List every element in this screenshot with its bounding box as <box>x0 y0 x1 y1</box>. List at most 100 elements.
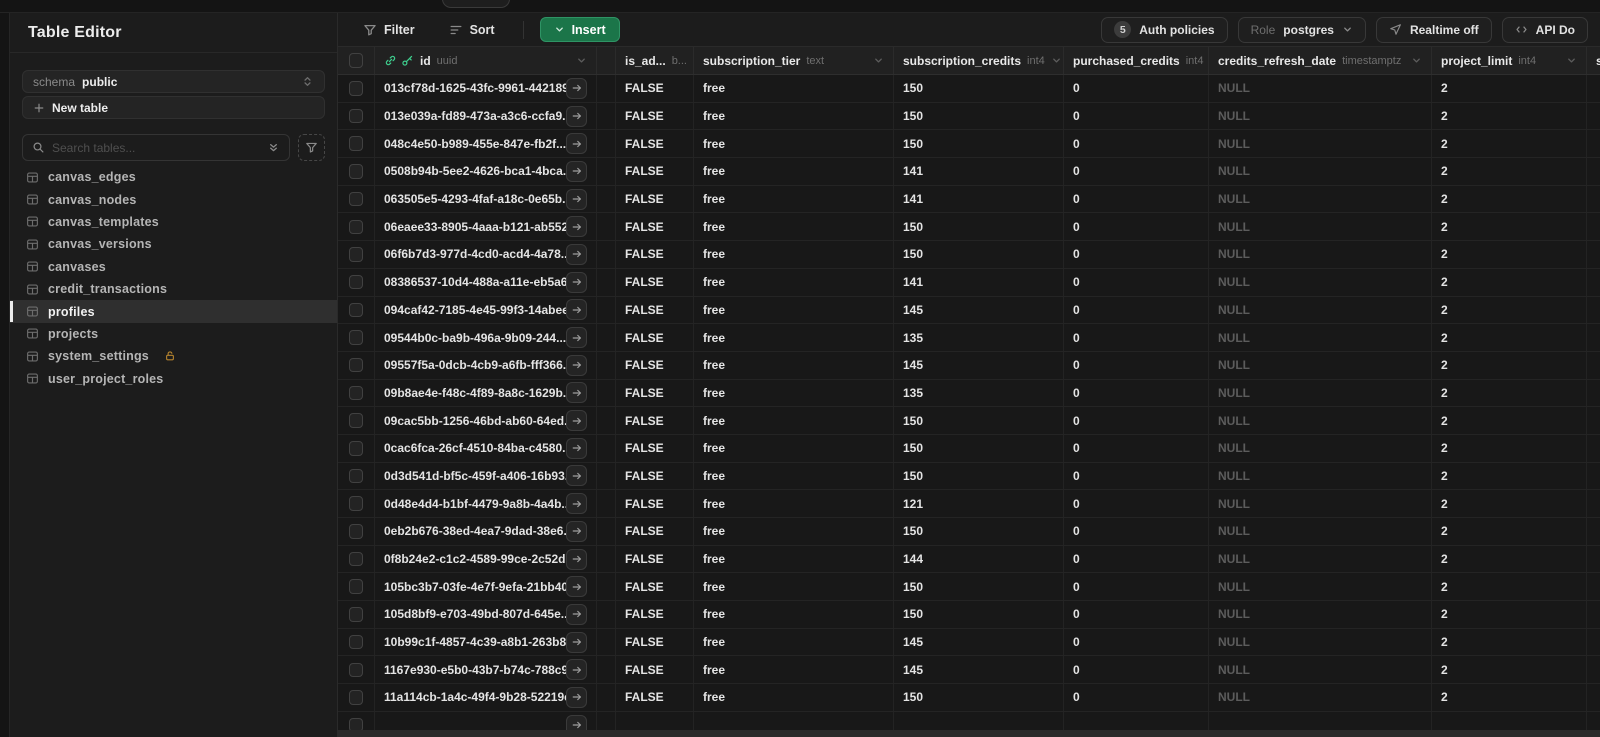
grid-header-cell-last[interactable]: su <box>1587 47 1600 74</box>
grid-cell-credits_refresh_date[interactable]: NULL <box>1209 684 1432 711</box>
grid-cell-id[interactable]: 048c4e50-b989-455e-847e-fb2f... <box>375 130 597 158</box>
grid-cell-sliver[interactable]: 0 <box>597 351 616 379</box>
grid-cell-subscription_tier[interactable]: free <box>694 601 894 628</box>
grid-cell-subscription_tier[interactable]: free <box>694 268 894 296</box>
expand-row-button[interactable] <box>566 631 587 653</box>
grid-cell-purchased_credits[interactable]: 0 <box>1064 213 1209 241</box>
grid-cell-purchased_credits[interactable]: 0 <box>1064 518 1209 545</box>
grid-cell-project_limit[interactable]: 2 <box>1432 601 1587 628</box>
grid-cell-subscription_credits[interactable]: 150 <box>894 213 1064 241</box>
expand-row-button[interactable] <box>566 410 587 432</box>
grid-cell-subscription_tier[interactable]: free <box>694 351 894 379</box>
grid-cell-purchased_credits[interactable]: 0 <box>1064 102 1209 130</box>
grid-cell-project_limit[interactable]: 2 <box>1432 656 1587 684</box>
grid-cell-sliver[interactable]: 0 <box>597 75 616 102</box>
row-checkbox[interactable] <box>348 690 364 705</box>
grid-cell-last[interactable]: NULL <box>1587 435 1600 462</box>
column-menu-chevron-icon[interactable] <box>1566 55 1577 66</box>
grid-cell-purchased_credits[interactable]: 0 <box>1064 601 1209 628</box>
column-menu-chevron-icon[interactable] <box>1411 55 1422 66</box>
grid-cell-credits_refresh_date[interactable]: NULL <box>1209 75 1432 102</box>
grid-cell-subscription_tier[interactable]: free <box>694 158 894 185</box>
grid-cell-sliver[interactable]: 0 <box>597 213 616 241</box>
grid-cell-subscription_credits[interactable]: 150 <box>894 462 1064 490</box>
expand-row-button[interactable] <box>566 548 587 570</box>
row-checkbox[interactable] <box>348 302 364 318</box>
expand-row-button[interactable] <box>566 382 587 404</box>
role-select-button[interactable]: Role postgres <box>1237 16 1366 43</box>
sidebar-item-canvas_templates[interactable]: canvas_templates <box>10 211 337 233</box>
sidebar-item-credit_transactions[interactable]: credit_transactions <box>10 278 337 300</box>
grid-cell-purchased_credits[interactable]: 0 <box>1064 158 1209 185</box>
column-menu-chevron-icon[interactable] <box>1051 55 1062 66</box>
grid-cell-project_limit[interactable]: 2 <box>1432 296 1587 324</box>
grid-cell-credits_refresh_date[interactable]: NULL <box>1209 573 1432 601</box>
row-checkbox[interactable] <box>348 108 364 124</box>
expand-row-button[interactable] <box>566 576 587 598</box>
grid-cell-credits_refresh_date[interactable]: NULL <box>1209 241 1432 268</box>
grid-cell-project_limit[interactable]: 2 <box>1432 462 1587 490</box>
row-checkbox[interactable] <box>348 136 364 151</box>
sidebar-item-projects[interactable]: projects <box>10 323 337 345</box>
grid-cell-project_limit[interactable]: 2 <box>1432 75 1587 102</box>
grid-cell-subscription_credits[interactable]: 135 <box>894 379 1064 407</box>
row-checkbox[interactable] <box>348 357 364 373</box>
grid-cell-last[interactable]: NULL <box>1587 103 1600 130</box>
grid-cell-sliver[interactable]: ) <box>597 628 616 656</box>
expand-row-button[interactable] <box>566 603 587 625</box>
grid-header-cell-subscription_tier[interactable]: subscription_tier text <box>694 47 894 74</box>
grid-cell-credits_refresh_date[interactable]: NULL <box>1209 490 1432 517</box>
grid-cell-id[interactable]: 0cac6fca-26cf-4510-84ba-c4580... <box>375 434 597 462</box>
grid-cell-last[interactable]: NULL <box>1587 186 1600 213</box>
select-all-checkbox[interactable] <box>348 53 364 68</box>
grid-cell-subscription_credits[interactable]: 141 <box>894 185 1064 213</box>
sort-button[interactable]: Sort <box>441 17 503 43</box>
row-checkbox[interactable] <box>348 330 364 345</box>
grid-cell-project_limit[interactable]: 2 <box>1432 518 1587 545</box>
grid-cell-sliver[interactable]: 0 <box>597 656 616 684</box>
grid-cell-project_limit[interactable]: 2 <box>1432 241 1587 268</box>
grid-cell-credits_refresh_date[interactable]: NULL <box>1209 213 1432 241</box>
grid-cell-purchased_credits[interactable]: 0 <box>1064 684 1209 711</box>
insert-button[interactable]: Insert <box>539 17 620 42</box>
expand-row-button[interactable] <box>566 714 587 730</box>
grid-cell-last[interactable]: NULL <box>1587 324 1600 351</box>
grid-cell-purchased_credits[interactable]: 0 <box>1064 434 1209 462</box>
grid-cell-purchased_credits[interactable]: 0 <box>1064 351 1209 379</box>
grid-cell-id[interactable]: 105bc3b7-03fe-4e7f-9efa-21bb40... <box>375 573 597 601</box>
grid-cell-project_limit[interactable]: 2 <box>1432 628 1587 656</box>
grid-cell-credits_refresh_date[interactable]: NULL <box>1209 407 1432 434</box>
grid-cell-subscription_credits[interactable]: 150 <box>894 573 1064 601</box>
expand-row-button[interactable] <box>566 686 587 708</box>
grid-cell-is_admin[interactable]: FALSE <box>616 185 694 213</box>
sidebar-item-canvas_versions[interactable]: canvas_versions <box>10 233 337 255</box>
row-checkbox[interactable] <box>348 441 364 456</box>
expand-row-button[interactable] <box>566 160 587 182</box>
row-checkbox[interactable] <box>348 634 364 650</box>
grid-cell-purchased_credits[interactable]: 0 <box>1064 379 1209 407</box>
grid-cell-is_admin[interactable]: FALSE <box>616 601 694 628</box>
expand-row-button[interactable] <box>566 77 587 99</box>
grid-cell-purchased_credits[interactable]: 0 <box>1064 324 1209 351</box>
grid-cell-project_limit[interactable]: 2 <box>1432 490 1587 517</box>
grid-cell-id[interactable]: 11a114cb-1a4c-49f4-9b28-52219ec... <box>375 684 597 711</box>
grid-cell-id[interactable]: 0f8b24e2-c1c2-4589-99ce-2c52d... <box>375 545 597 573</box>
grid-header-cell-project_limit[interactable]: project_limit int4 <box>1432 47 1587 74</box>
grid-cell-sliver[interactable]: X <box>597 296 616 324</box>
grid-cell-sliver[interactable]: 0 <box>597 268 616 296</box>
grid-cell-is_admin[interactable]: FALSE <box>616 434 694 462</box>
grid-cell-subscription_credits[interactable]: 150 <box>894 601 1064 628</box>
grid-cell-credits_refresh_date[interactable]: NULL <box>1209 545 1432 573</box>
expand-row-button[interactable] <box>566 243 587 265</box>
grid-cell-subscription_tier[interactable]: free <box>694 75 894 102</box>
grid-cell-subscription_tier[interactable]: free <box>694 434 894 462</box>
grid-header-cell-purchased_credits[interactable]: purchased_credits int4 <box>1064 47 1209 74</box>
grid-cell-purchased_credits[interactable]: 0 <box>1064 407 1209 434</box>
grid-cell-last[interactable]: NULL <box>1587 629 1600 656</box>
grid-cell-sliver[interactable]: -C <box>597 434 616 462</box>
grid-cell-subscription_credits[interactable]: 145 <box>894 296 1064 324</box>
grid-cell-sliver[interactable] <box>597 711 616 730</box>
row-checkbox[interactable] <box>348 607 364 622</box>
new-table-button[interactable]: New table <box>22 96 325 119</box>
grid-cell-sliver[interactable]: X <box>597 185 616 213</box>
